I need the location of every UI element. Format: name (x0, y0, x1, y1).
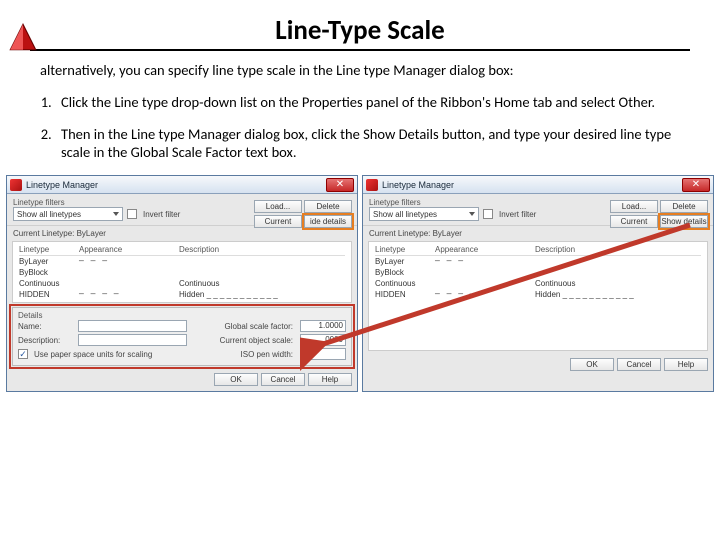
page-title: Line-Type Scale (0, 14, 720, 47)
filter-value: Show all linetypes (17, 210, 81, 219)
filter-value: Show all linetypes (373, 210, 437, 219)
ok-button[interactable]: OK (570, 358, 614, 371)
invert-filter-checkbox[interactable] (483, 209, 493, 219)
name-label: Name: (18, 322, 74, 331)
linetype-manager-dialog-collapsed: Linetype Manager ✕ Load... Delete Curren… (362, 175, 714, 392)
help-button[interactable]: Help (664, 358, 708, 371)
current-button[interactable]: Current (610, 215, 658, 228)
titlebar: Linetype Manager ✕ (363, 176, 713, 194)
current-linetype-label: Current Linetype: ByLayer (363, 226, 713, 241)
use-paper-space-checkbox[interactable] (18, 349, 28, 359)
delete-button[interactable]: Delete (304, 200, 352, 213)
cancel-button[interactable]: Cancel (617, 358, 661, 371)
close-icon[interactable]: ✕ (326, 178, 354, 192)
intro-text: alternatively, you can specify line type… (40, 61, 680, 79)
invert-filter-checkbox[interactable] (127, 209, 137, 219)
table-row[interactable]: ByLayer — — — (375, 256, 701, 267)
filters-dropdown[interactable]: Show all linetypes (369, 207, 479, 221)
table-row[interactable]: HIDDEN — — — — Hidden _ _ _ _ _ _ _ _ _ … (19, 289, 345, 300)
linetype-table: Linetype Appearance Description ByLayer … (368, 241, 708, 351)
delete-button[interactable]: Delete (660, 200, 708, 213)
app-icon (10, 179, 22, 191)
desc-label: Description: (18, 336, 74, 345)
side-buttons: Load... Delete Current Show details (610, 200, 708, 228)
iso-pen-field[interactable] (300, 348, 346, 360)
current-linetype-label: Current Linetype: ByLayer (7, 226, 357, 241)
col-appearance: Appearance (435, 245, 535, 254)
linetype-manager-dialog-expanded: Linetype Manager ✕ Load... Delete Curren… (6, 175, 358, 392)
col-description: Description (179, 245, 345, 254)
invert-filter-label: Invert filter (499, 210, 536, 219)
desc-field[interactable] (78, 334, 187, 346)
use-paper-space-label: Use paper space units for scaling (34, 350, 162, 359)
ok-button[interactable]: OK (214, 373, 258, 386)
iso-pen-label: ISO pen width: (166, 350, 297, 359)
titlebar: Linetype Manager ✕ (7, 176, 357, 194)
global-scale-field[interactable]: 1.0000 (300, 320, 346, 332)
name-field[interactable] (78, 320, 187, 332)
close-icon[interactable]: ✕ (682, 178, 710, 192)
bottom-bar: OK Cancel Help (7, 370, 357, 391)
table-row[interactable]: HIDDEN — — — — Hidden _ _ _ _ _ _ _ _ _ … (375, 289, 701, 300)
step-1: Click the Line type drop-down list on th… (55, 93, 680, 111)
table-row[interactable]: ByLayer — — — (19, 256, 345, 267)
dialogs-row: Linetype Manager ✕ Load... Delete Curren… (0, 175, 720, 392)
bottom-bar: OK Cancel Help (363, 355, 713, 376)
window-title: Linetype Manager (26, 180, 98, 190)
load-button[interactable]: Load... (610, 200, 658, 213)
window-title: Linetype Manager (382, 180, 454, 190)
step-2: Then in the Line type Manager dialog box… (55, 125, 680, 161)
table-row[interactable]: ByBlock (19, 267, 345, 278)
chevron-down-icon (469, 212, 475, 216)
title-underline (30, 49, 690, 51)
linetype-table: Linetype Appearance Description ByLayer … (12, 241, 352, 303)
steps-list: Click the Line type drop-down list on th… (55, 93, 680, 161)
filters-dropdown[interactable]: Show all linetypes (13, 207, 123, 221)
autocad-logo-icon (6, 20, 40, 54)
details-panel: Details Name: Global scale factor: 1.000… (12, 307, 352, 366)
col-linetype: Linetype (375, 245, 435, 254)
chevron-down-icon (113, 212, 119, 216)
col-linetype: Linetype (19, 245, 79, 254)
invert-filter-label: Invert filter (143, 210, 180, 219)
col-description: Description (535, 245, 701, 254)
show-details-button[interactable]: Show details (660, 215, 708, 228)
object-scale-label: Current object scale: (191, 336, 297, 345)
current-button[interactable]: Current (254, 215, 302, 228)
load-button[interactable]: Load... (254, 200, 302, 213)
side-buttons: Load... Delete Current ide details (254, 200, 352, 228)
table-row[interactable]: ByBlock (375, 267, 701, 278)
help-button[interactable]: Help (308, 373, 352, 386)
object-scale-field[interactable]: .0000 (300, 334, 346, 346)
details-heading: Details (18, 311, 346, 320)
global-scale-label: Global scale factor: (191, 322, 297, 331)
table-row[interactable]: Continuous Continuous (375, 278, 701, 289)
hide-details-button[interactable]: ide details (304, 215, 352, 228)
app-icon (366, 179, 378, 191)
cancel-button[interactable]: Cancel (261, 373, 305, 386)
col-appearance: Appearance (79, 245, 179, 254)
table-row[interactable]: Continuous Continuous (19, 278, 345, 289)
